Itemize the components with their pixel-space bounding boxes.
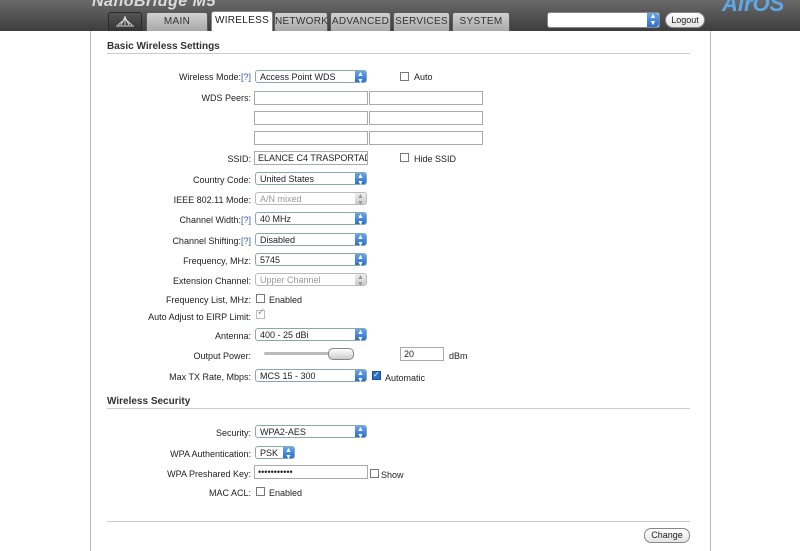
section-title-security: Wireless Security bbox=[107, 396, 191, 407]
extension-channel-label: Extension Channel: bbox=[172, 276, 251, 286]
select-arrows-icon: ▲ ▼ bbox=[647, 13, 659, 27]
select-arrows-icon: ▲ ▼ bbox=[355, 234, 366, 248]
auto-eirp-checkbox bbox=[256, 307, 265, 319]
mac-acl-label: MAC ACL: bbox=[208, 488, 251, 498]
wds-peer-input-2[interactable] bbox=[369, 91, 483, 105]
ssid-label: SSID: bbox=[227, 154, 251, 164]
select-arrows-icon: ▲ ▼ bbox=[355, 193, 366, 207]
ssid-input[interactable]: ELANCE C4 TRASPORTADORA bbox=[254, 151, 368, 165]
channel-width-label: Channel Width:[?] bbox=[179, 215, 251, 225]
wds-peer-input-1[interactable] bbox=[254, 91, 368, 105]
channel-shifting-label: Channel Shifting:[?] bbox=[172, 236, 251, 246]
wds-peer-input-4[interactable] bbox=[369, 111, 483, 125]
help-link[interactable]: [?] bbox=[241, 72, 251, 82]
automatic-label: Automatic bbox=[385, 373, 426, 383]
product-logo: AirOS bbox=[722, 0, 785, 16]
section-title-basic: Basic Wireless Settings bbox=[107, 41, 220, 52]
top-bar: NanoBridge M5 AirOS MAIN WIRELESS NETWOR… bbox=[0, 0, 800, 32]
show-key-checkbox[interactable] bbox=[370, 469, 379, 478]
channel-width-select[interactable]: 40 MHz ▲ ▼ bbox=[255, 212, 367, 227]
country-code-label: Country Code: bbox=[192, 175, 251, 185]
wds-peer-input-3[interactable] bbox=[254, 111, 368, 125]
wpa-auth-select[interactable]: PSK ▲ ▼ bbox=[255, 446, 295, 461]
automatic-checkbox[interactable] bbox=[372, 370, 381, 380]
show-key-label: Show bbox=[381, 470, 404, 480]
output-power-input[interactable]: 20 bbox=[400, 347, 444, 361]
frequency-label: Frequency, MHz: bbox=[183, 256, 251, 266]
max-tx-rate-label: Max TX Rate, Mbps: bbox=[169, 372, 251, 382]
tab-main[interactable]: MAIN bbox=[146, 12, 208, 31]
frequency-select[interactable]: 5745 ▲ ▼ bbox=[255, 253, 367, 268]
frequency-list-label: Frequency List, MHz: bbox=[165, 295, 251, 305]
auto-checkbox[interactable] bbox=[400, 72, 409, 81]
select-arrows-icon: ▲ ▼ bbox=[355, 71, 366, 85]
wireless-mode-label: Wireless Mode:[?] bbox=[178, 72, 251, 82]
wpa-key-input[interactable]: ••••••••••• bbox=[254, 465, 368, 479]
select-arrows-icon: ▲ ▼ bbox=[355, 254, 366, 268]
max-tx-rate-select[interactable]: MCS 15 - 300 ▲ ▼ bbox=[255, 369, 367, 384]
select-arrows-icon: ▲ ▼ bbox=[355, 370, 366, 384]
security-label: Security: bbox=[215, 428, 251, 438]
ubiquiti-logo-tab[interactable] bbox=[108, 12, 142, 31]
antenna-label: Antenna: bbox=[214, 331, 251, 341]
wds-peer-input-6[interactable] bbox=[369, 131, 483, 145]
help-link[interactable]: [?] bbox=[241, 215, 251, 225]
hide-ssid-checkbox[interactable] bbox=[400, 153, 409, 162]
output-power-slider-handle[interactable] bbox=[328, 348, 354, 360]
select-arrows-icon: ▲ ▼ bbox=[355, 173, 366, 187]
logout-button[interactable]: Logout bbox=[665, 12, 705, 28]
wpa-key-label: WPA Preshared Key: bbox=[167, 469, 251, 479]
security-select[interactable]: WPA2-AES ▲ ▼ bbox=[255, 425, 367, 440]
extension-channel-select: Upper Channel ▲ ▼ bbox=[255, 273, 367, 288]
wds-peer-input-5[interactable] bbox=[254, 131, 368, 145]
tab-system[interactable]: SYSTEM bbox=[452, 12, 510, 31]
channel-shifting-select[interactable]: Disabled ▲ ▼ bbox=[255, 233, 367, 248]
tab-network[interactable]: NETWORK bbox=[274, 12, 328, 31]
help-link[interactable]: [?] bbox=[241, 236, 251, 246]
output-power-unit: dBm bbox=[449, 351, 468, 361]
wpa-auth-label: WPA Authentication: bbox=[170, 449, 251, 459]
tab-advanced[interactable]: ADVANCED bbox=[330, 12, 391, 31]
auto-label: Auto bbox=[414, 72, 433, 82]
hide-ssid-label: Hide SSID bbox=[414, 154, 457, 164]
select-arrows-icon: ▲ ▼ bbox=[355, 329, 366, 343]
frequency-list-checkbox[interactable] bbox=[256, 294, 265, 303]
ubiquiti-logo-icon bbox=[116, 15, 134, 27]
wireless-mode-select[interactable]: Access Point WDS ▲ ▼ bbox=[255, 70, 367, 85]
footer-divider bbox=[107, 521, 690, 522]
section-divider bbox=[107, 53, 690, 54]
select-arrows-icon: ▲ ▼ bbox=[283, 447, 294, 461]
section-divider bbox=[107, 408, 690, 409]
mac-acl-enabled-label: Enabled bbox=[269, 488, 303, 498]
select-arrows-icon: ▲ ▼ bbox=[355, 274, 366, 288]
select-arrows-icon: ▲ ▼ bbox=[355, 213, 366, 227]
tab-services[interactable]: SERVICES bbox=[393, 12, 450, 31]
wds-peers-label: WDS Peers: bbox=[201, 93, 251, 103]
antenna-select[interactable]: 400 - 25 dBi ▲ ▼ bbox=[255, 328, 367, 343]
brand-name: NanoBridge M5 bbox=[92, 0, 216, 10]
tools-select[interactable]: Tools: ▲▼ bbox=[547, 12, 702, 28]
mac-acl-checkbox[interactable] bbox=[256, 487, 265, 496]
change-button[interactable]: Change bbox=[644, 528, 690, 543]
ieee-mode-label: IEEE 802.11 Mode: bbox=[173, 195, 251, 205]
frequency-list-enabled-label: Enabled bbox=[269, 295, 303, 305]
output-power-label: Output Power: bbox=[193, 351, 251, 361]
auto-eirp-label: Auto Adjust to EIRP Limit: bbox=[148, 312, 251, 322]
tab-wireless[interactable]: WIRELESS bbox=[211, 11, 273, 32]
country-code-select[interactable]: United States ▲ ▼ bbox=[255, 172, 367, 187]
ieee-mode-select: A/N mixed ▲ ▼ bbox=[255, 192, 367, 207]
select-arrows-icon: ▲ ▼ bbox=[355, 426, 366, 440]
